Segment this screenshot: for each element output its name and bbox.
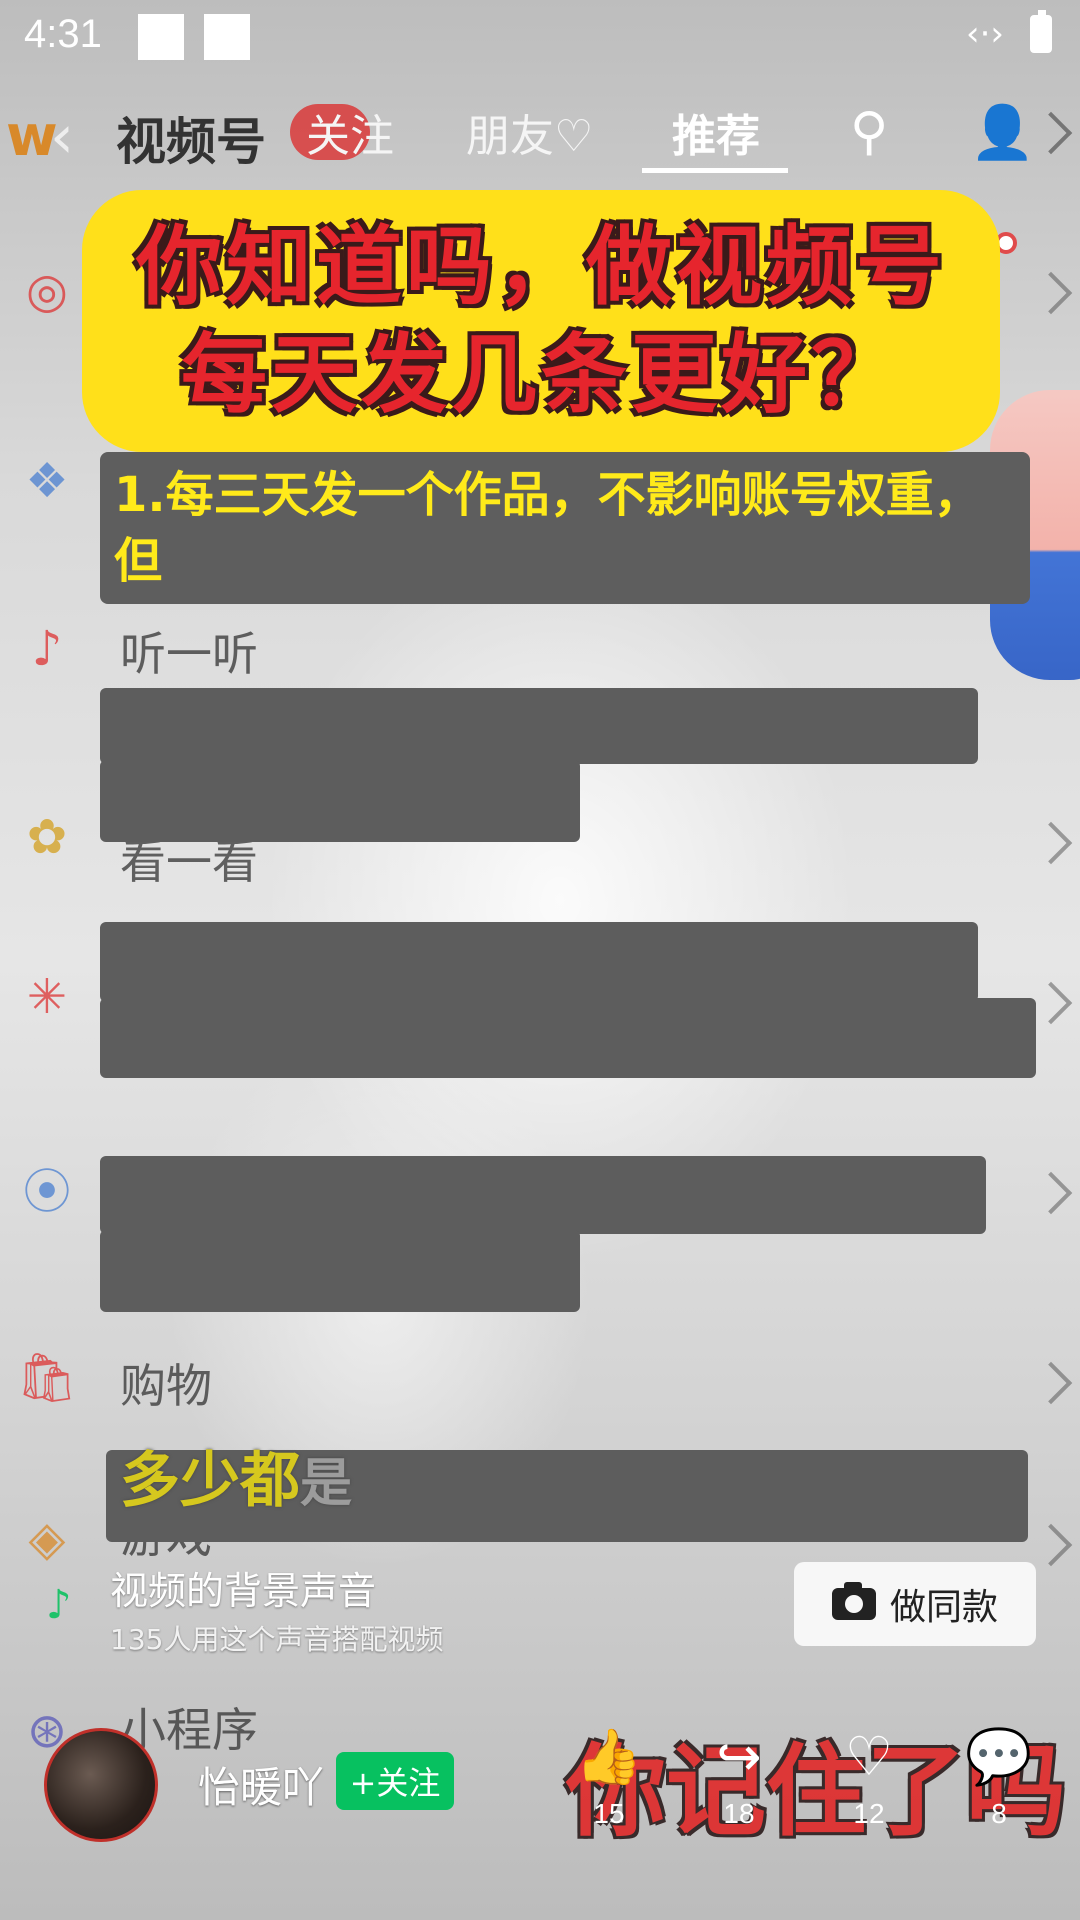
drawer-item-label: 购物 [120, 1359, 212, 1413]
status-time: 4:31 [24, 12, 102, 56]
comment-icon: 💬 [965, 1725, 1033, 1788]
favorite-button[interactable]: ♡ 12 [824, 1722, 914, 1830]
like-button[interactable]: 👍 15 [564, 1722, 654, 1830]
music-note-icon: ♪ [46, 1582, 72, 1628]
tab-recommend[interactable]: 推荐 [672, 100, 760, 164]
subtitle-text: 多少都 [120, 1446, 300, 1516]
video-title-banner: 你知道吗，做视频号 每天发几条更好？ [82, 190, 1000, 452]
video-title-line-2: 每天发几条更好？ [181, 324, 901, 425]
like-count: 15 [593, 1798, 625, 1829]
video-title-line-1: 你知道吗，做视频号 [136, 216, 946, 317]
subtitle-faint-text: 是 [300, 1454, 353, 1514]
back-icon[interactable]: ‹ [50, 102, 74, 172]
flower-icon: ✿ [26, 809, 68, 865]
live-icon: ⦿ [22, 1164, 71, 1220]
tab-follow[interactable]: 关注 [306, 100, 394, 164]
music-title[interactable]: 视频的背景声音 [110, 1560, 376, 1615]
redacted-block [100, 1230, 580, 1312]
redacted-block [100, 998, 1036, 1078]
music-note-icon: ♪ [31, 621, 63, 677]
chevron-right-icon [1029, 821, 1073, 865]
author-name[interactable]: 怡暖吖 [198, 1754, 324, 1815]
status-icons: ‹·› [965, 10, 1052, 54]
camera-icon [831, 1582, 876, 1620]
top-navigation: ᴡ ‹ 视频号 关注 朋友♡ 推荐 ⚲ 👤 [0, 90, 1080, 180]
chevron-right-icon [1029, 271, 1073, 315]
follow-button[interactable]: +关注 [336, 1752, 454, 1810]
search-icon[interactable]: ⚲ [850, 102, 888, 162]
channels-brand: 视频号 [116, 113, 266, 171]
chevron-right-icon [1029, 981, 1073, 1025]
share-count: 18 [723, 1798, 755, 1829]
bottom-bar: 怡暖吖 +关注 👍 15 ↪ 18 ♡ 12 💬 8 [0, 1722, 1080, 1852]
make-same-label: 做同款 [889, 1587, 998, 1628]
data-transfer-icon: ‹·› [965, 14, 1004, 54]
battery-icon [1030, 10, 1052, 53]
sparkle-icon: ✳ [26, 969, 68, 1025]
moments-icon: ◎ [26, 263, 68, 319]
channels-chat-icon: ❖ [25, 453, 69, 509]
active-tab-indicator [642, 168, 788, 173]
video-caption: 1.每三天发一个作品，不影响账号权重，但 [100, 452, 1030, 604]
drawer-row-shopping: 🛍 购物 [8, 1346, 1080, 1416]
drawer-item-label: 听一听 [120, 627, 258, 681]
redacted-block [100, 760, 580, 842]
chevron-right-icon [1029, 1171, 1073, 1215]
notification-icon [204, 14, 250, 60]
heart-icon: ♡ [844, 1725, 894, 1788]
favorite-count: 12 [853, 1798, 885, 1829]
chevron-right-icon [1029, 1523, 1073, 1567]
shopping-bag-icon: 🛍 [16, 1349, 78, 1406]
chevron-right-icon [1029, 1361, 1073, 1405]
redacted-block [100, 688, 978, 764]
share-icon: ↪ [716, 1725, 762, 1788]
comment-button[interactable]: 💬 8 [954, 1722, 1044, 1830]
profile-icon[interactable]: 👤 [970, 102, 1035, 163]
notification-icon [138, 14, 184, 60]
comment-count: 8 [991, 1798, 1007, 1829]
status-bar: 4:31 ‹·› [0, 0, 1080, 76]
share-button[interactable]: ↪ 18 [694, 1722, 784, 1830]
chevron-right-icon [1029, 111, 1073, 155]
redacted-block [100, 922, 978, 1002]
thumbs-up-icon: 👍 [575, 1725, 643, 1788]
author-avatar[interactable] [44, 1728, 158, 1842]
make-same-button[interactable]: 做同款 [794, 1562, 1036, 1646]
tab-friends[interactable]: 朋友♡ [466, 100, 593, 164]
video-subtitle: 多少都是 [120, 1432, 352, 1519]
redacted-block [100, 1156, 986, 1234]
game-icon: ◈ [28, 1511, 66, 1567]
music-usage-count: 135人用这个声音搭配视频 [110, 1623, 444, 1656]
drawer-row-listen: ♪ 听一听 [8, 618, 1080, 688]
